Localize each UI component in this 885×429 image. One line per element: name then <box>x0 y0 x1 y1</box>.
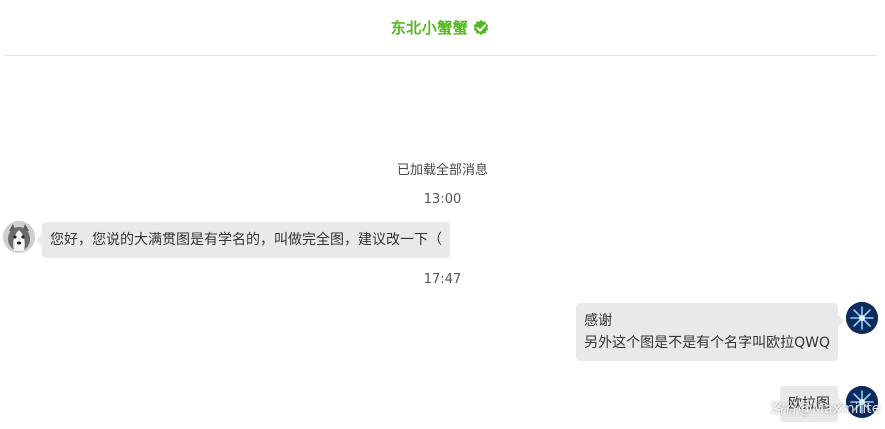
blue-flower-avatar[interactable] <box>846 302 878 334</box>
message-bubble-sent[interactable]: 感谢 另外这个图是不是有个名字叫欧拉QWQ <box>576 303 844 361</box>
message-text: 感谢 <box>584 313 613 329</box>
timestamp: 17:47 <box>423 272 462 287</box>
contact-name[interactable]: 东北小蟹蟹 <box>391 17 469 38</box>
message-bubble-received[interactable]: 您好，您说的大满贯图是有学名的，叫做完全图，建议改一下（ <box>36 222 450 258</box>
husky-dog-icon <box>3 221 35 253</box>
watermark: 洛谷@Maxmilite <box>770 401 881 417</box>
message-text: 您好，您说的大满贯图是有学名的，叫做完全图，建议改一下（ <box>50 232 442 248</box>
verified-badge-icon <box>473 19 489 35</box>
husky-dog-avatar[interactable] <box>3 221 35 253</box>
timestamp: 13:00 <box>423 192 462 207</box>
blue-flower-icon <box>846 302 878 334</box>
chat-window: 东北小蟹蟹 已加载全部消息 13:00 您好，您说的大满贯图是有学名的，叫做完全… <box>0 0 885 429</box>
chat-header: 东北小蟹蟹 <box>4 0 877 56</box>
message-text: 另外这个图是不是有个名字叫欧拉QWQ <box>584 335 830 351</box>
loaded-all-messages-notice: 已加载全部消息 <box>396 163 488 178</box>
